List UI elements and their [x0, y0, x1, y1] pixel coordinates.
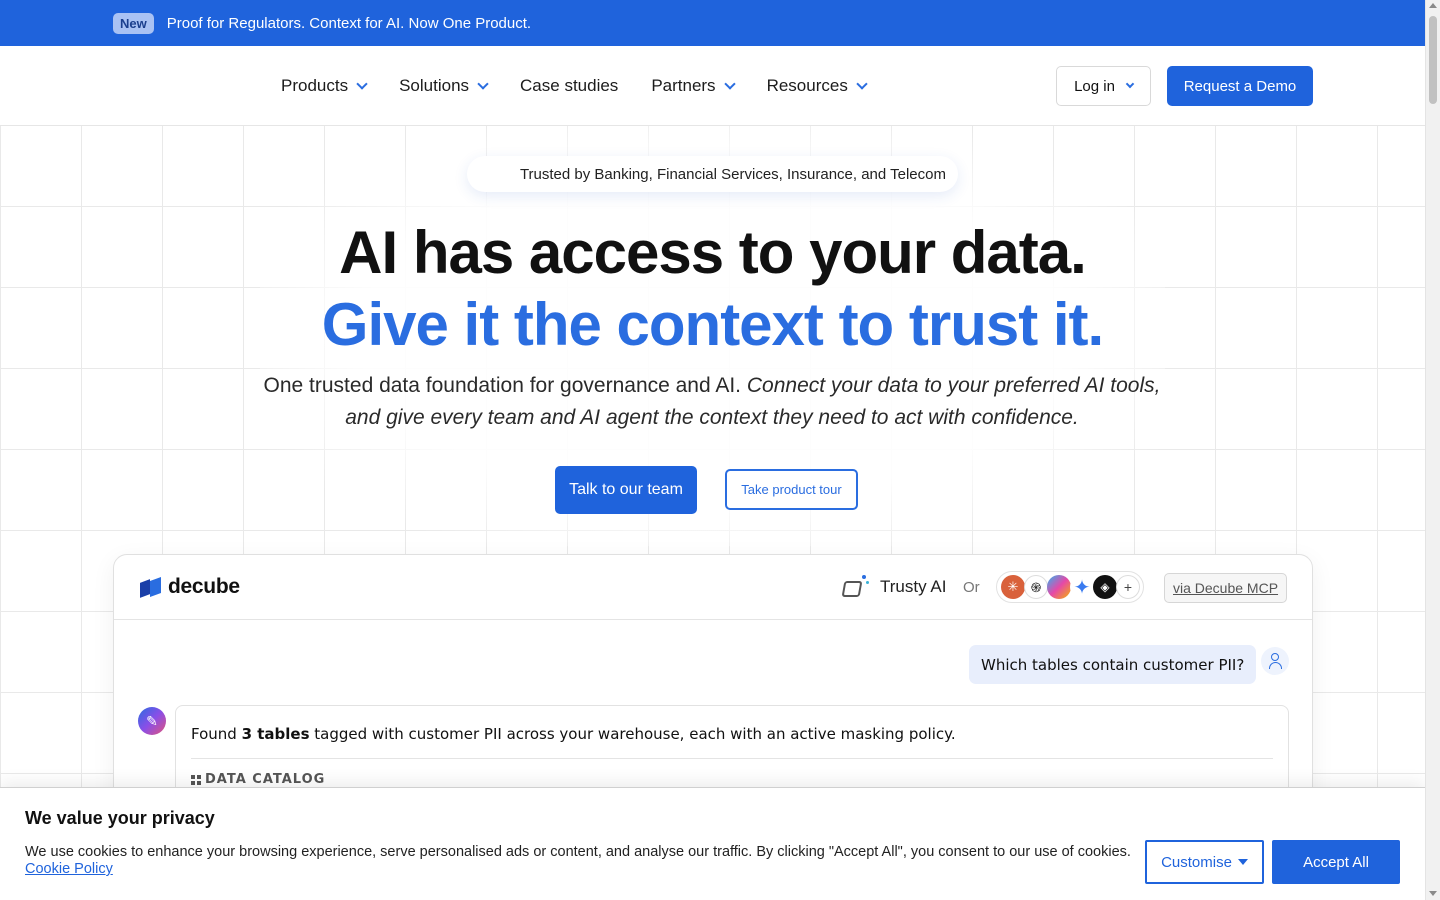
- nav-item-partners[interactable]: Partners: [651, 76, 736, 96]
- new-badge: New: [113, 12, 154, 34]
- nav-item-resources[interactable]: Resources: [766, 76, 868, 96]
- nav-item-solutions[interactable]: Solutions: [399, 76, 489, 96]
- plus-icon: +: [1116, 575, 1140, 599]
- customise-button[interactable]: Customise: [1145, 840, 1264, 884]
- trusty-ai-icon: [840, 573, 870, 601]
- chevron-down-icon: [723, 77, 736, 90]
- decube-logo: decube: [140, 575, 240, 599]
- cube-icon: ◈: [1093, 575, 1117, 599]
- accept-all-button[interactable]: Accept All: [1272, 840, 1400, 884]
- answer-text: Found 3 tables tagged with customer PII …: [191, 725, 956, 743]
- subtitle-plain: One trusted data foundation for governan…: [263, 374, 747, 397]
- login-button[interactable]: Log in: [1056, 66, 1151, 106]
- cookie-text: We use cookies to enhance your browsing …: [25, 844, 1131, 860]
- nav-item-label: Partners: [651, 76, 716, 95]
- via-decube-mcp-link[interactable]: via Decube MCP: [1164, 573, 1288, 603]
- answer-pre: Found: [191, 725, 242, 743]
- cookie-policy-link[interactable]: Cookie Policy: [25, 861, 113, 877]
- nav-links: Products Solutions Case studies Partners…: [281, 46, 899, 126]
- page-scrollbar[interactable]: [1425, 0, 1440, 900]
- cookie-banner: We value your privacy We use cookies to …: [0, 787, 1425, 900]
- request-demo-button[interactable]: Request a Demo: [1167, 66, 1313, 106]
- chatgpt-icon: ֍: [1024, 575, 1048, 599]
- nav-item-label: Solutions: [399, 76, 470, 95]
- nav-item-label: Case studies: [520, 76, 619, 95]
- nav-item-label: Resources: [766, 76, 848, 95]
- talk-to-team-button[interactable]: Talk to our team: [555, 466, 697, 514]
- assistant-name: Trusty AI: [880, 577, 947, 596]
- hero-subtitle: One trusted data foundation for governan…: [262, 370, 1162, 434]
- headline-line-1: AI has access to your data.: [339, 219, 1087, 286]
- copilot-icon: [1047, 575, 1071, 599]
- login-label: Log in: [1074, 77, 1115, 95]
- announcement-message[interactable]: Proof for Regulators. Context for AI. No…: [167, 15, 531, 32]
- chevron-down-icon: [356, 77, 368, 90]
- decube-logo-icon: [140, 576, 162, 598]
- customise-label: Customise: [1161, 853, 1232, 871]
- chevron-down-icon: [477, 77, 489, 90]
- scroll-up-arrow-icon[interactable]: [1429, 3, 1437, 8]
- cookie-title: We value your privacy: [25, 808, 215, 828]
- grid-icon: [191, 774, 201, 785]
- user-icon: [1261, 647, 1289, 675]
- answer-bold: 3 tables: [241, 725, 310, 743]
- scrollbar-thumb[interactable]: [1429, 16, 1437, 104]
- chevron-down-icon: [1125, 79, 1135, 89]
- ai-tool-icons: ✳ ֍ ✦ ◈ +: [996, 571, 1144, 603]
- top-navigation: Products Solutions Case studies Partners…: [0, 46, 1425, 126]
- card-header: decube Trusty AI Or ✳ ֍ ✦ ◈ + via Decube…: [114, 555, 1312, 620]
- or-label: Or: [963, 579, 980, 596]
- product-tour-button[interactable]: Take product tour: [725, 469, 858, 510]
- cookie-body: We use cookies to enhance your browsing …: [25, 844, 1135, 878]
- data-catalog-label: DATA CATALOG: [191, 772, 325, 787]
- nav-item-case-studies[interactable]: Case studies: [520, 76, 618, 96]
- chevron-down-icon: [856, 77, 868, 90]
- gemini-icon: ✦: [1070, 575, 1094, 599]
- nav-item-products[interactable]: Products: [281, 76, 368, 96]
- ai-magic-wand-icon: ✎: [138, 707, 166, 735]
- caret-down-icon: [1237, 859, 1248, 865]
- trusty-ai-label: Trusty AI: [840, 573, 946, 601]
- scroll-down-arrow-icon[interactable]: [1429, 891, 1437, 896]
- answer-post: tagged with customer PII across your war…: [309, 725, 956, 743]
- user-question-bubble: Which tables contain customer PII?: [969, 645, 1257, 684]
- announcement-bar[interactable]: New Proof for Regulators. Context for AI…: [0, 0, 1425, 46]
- divider: [191, 758, 1273, 759]
- headline-line-2: Give it the context to trust it.: [321, 291, 1104, 358]
- section-label: DATA CATALOG: [205, 772, 326, 787]
- claude-icon: ✳: [1001, 575, 1025, 599]
- trusted-pill: Trusted by Banking, Financial Services, …: [467, 156, 958, 192]
- decube-wordmark: decube: [168, 575, 240, 598]
- nav-item-label: Products: [281, 76, 349, 95]
